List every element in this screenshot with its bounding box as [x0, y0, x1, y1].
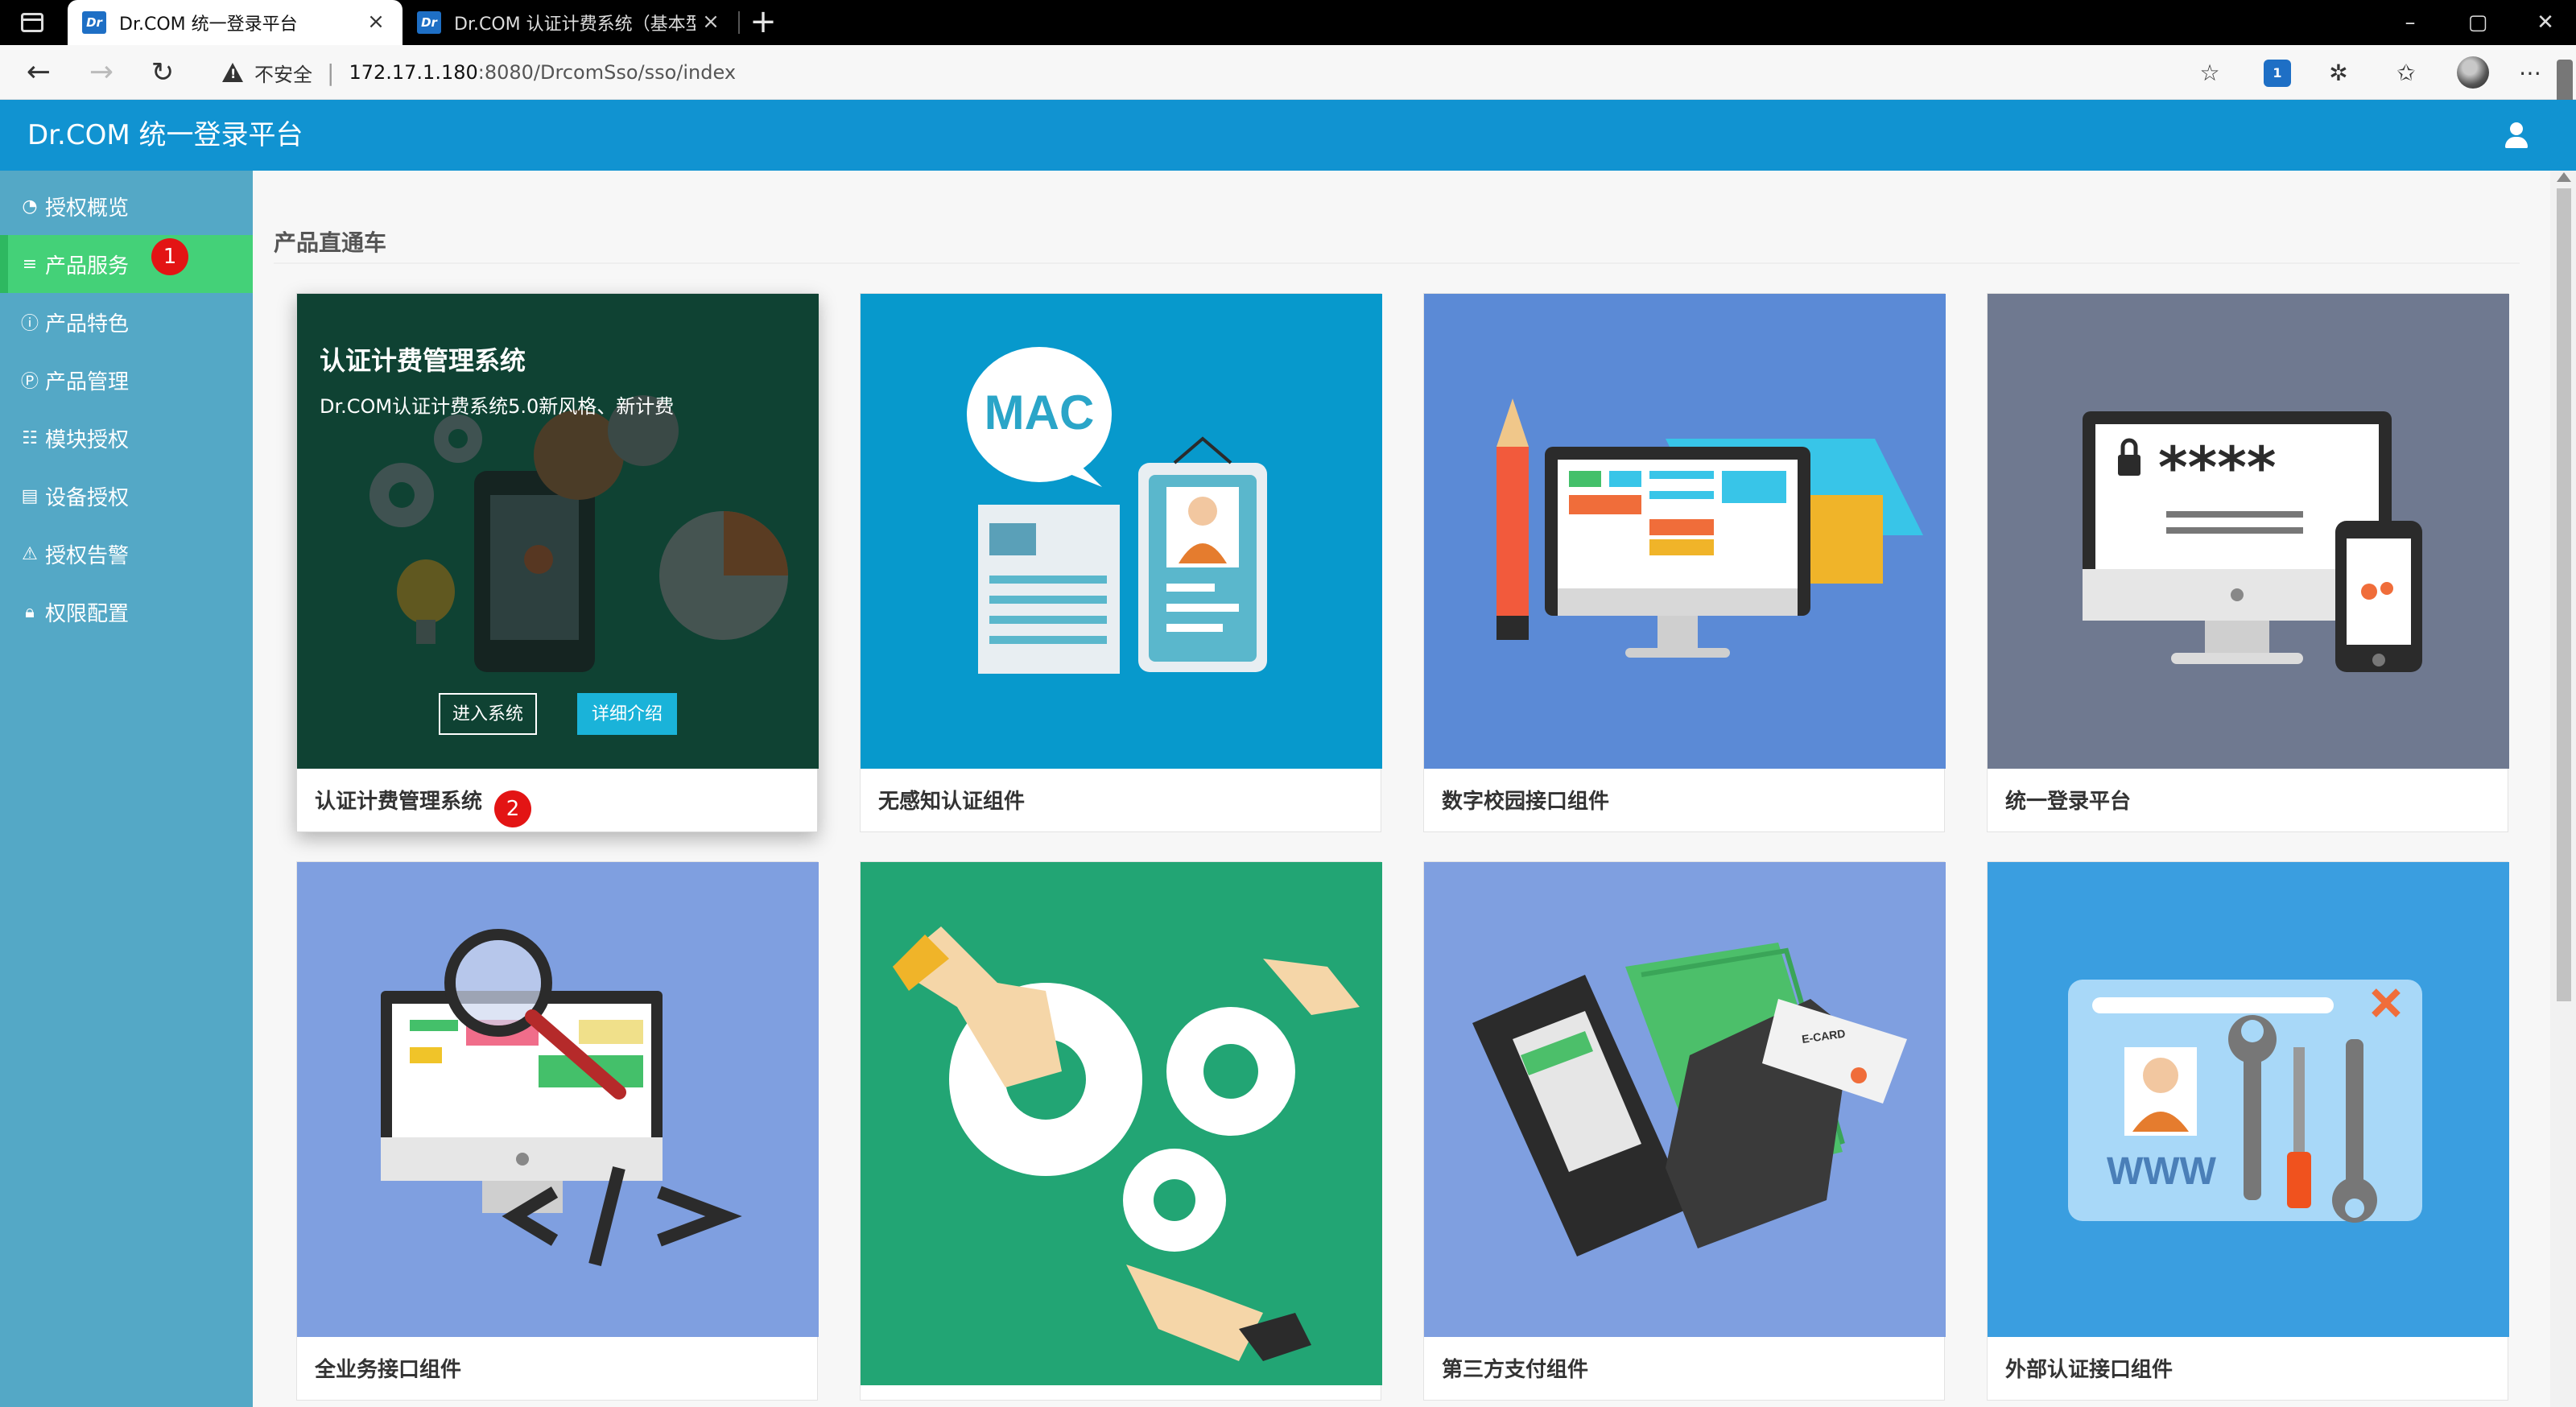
url-text: 172.17.1.180:8080/DrcomSso/sso/index — [349, 61, 737, 84]
sidebar-item-label: 权限配置 — [45, 601, 130, 626]
billing-illustration: 认证计费管理系统 Dr.COM认证计费系统5.0新风格、新计费 进入系统 详细介… — [297, 294, 819, 769]
new-tab-plus-icon[interactable]: + — [747, 6, 779, 39]
browser-toolbar: ← → ↻ 不安全 | 172.17.1.180:8080/DrcomSso/s… — [0, 45, 2576, 100]
product-card-mac-auth[interactable]: MAC 无感知认证组件 — [860, 293, 1382, 832]
sidebar-item-label: 授权告警 — [45, 543, 130, 568]
sidebar-item-permissions[interactable]: 🔒︎ 权限配置 — [0, 583, 253, 641]
close-icon[interactable]: × — [364, 10, 388, 34]
featured-title: 认证计费管理系统 — [320, 345, 526, 376]
more-menu-icon[interactable]: ⋯ — [2516, 60, 2544, 87]
scroll-up-arrow-icon[interactable] — [2557, 172, 2571, 182]
sidebar-item-label: 模块授权 — [45, 427, 130, 452]
product-card-unified-login[interactable]: **** 统一登录平台 — [1987, 293, 2509, 832]
page-scrollbar[interactable] — [2550, 171, 2576, 1407]
tab-billing[interactable]: Dr Dr.COM 认证计费系统（基本型） × — [402, 0, 737, 45]
featured-subtitle: Dr.COM认证计费系统5.0新风格、新计费 — [320, 395, 675, 418]
sidebar-item-product-features[interactable]: ⓘ 产品特色 — [0, 293, 253, 351]
product-card-full-business[interactable]: 全业务接口组件 — [296, 861, 819, 1401]
extensions-puzzle-icon[interactable]: ✲ — [2325, 60, 2352, 87]
main-content: 产品直通车 认证计费管理系统 Dr.COM认证计费系统5.0新风格、新计费 进入… — [253, 171, 2550, 1407]
product-card-billing[interactable]: 认证计费管理系统 Dr.COM认证计费系统5.0新风格、新计费 进入系统 详细介… — [296, 293, 819, 832]
campus-interface-illustration — [1424, 294, 1946, 769]
close-icon[interactable]: × — [699, 10, 723, 34]
page-title: 产品直通车 — [274, 229, 387, 256]
refresh-icon[interactable]: ↻ — [147, 56, 179, 89]
app-header: Dr.COM 统一登录平台 — [0, 100, 2576, 171]
dashboard-icon: ◔ — [22, 196, 38, 217]
card-label: 数字校园接口组件 — [1442, 790, 1610, 814]
warning-icon: ⚠ — [22, 543, 38, 564]
card-label: 统一登录平台 — [2005, 790, 2132, 814]
drcom-favicon-icon: Dr — [82, 11, 106, 34]
gears-hands-illustration — [861, 862, 1382, 1385]
sidebar-item-product-management[interactable]: Ⓟ 产品管理 — [0, 351, 253, 409]
card-label: 全业务接口组件 — [315, 1358, 462, 1382]
svg-text:MAC: MAC — [985, 386, 1095, 439]
sidebar-item-module-license[interactable]: ☷ 模块授权 — [0, 409, 253, 467]
external-auth-illustration: WWW — [1988, 862, 2509, 1337]
sidebar-item-product-services[interactable]: ≡ 产品服务 — [0, 235, 253, 293]
window-close-icon[interactable]: ✕ — [2529, 6, 2562, 39]
svg-text:****: **** — [2158, 435, 2276, 501]
product-card-external-auth[interactable]: WWW 外部认证接口组件 — [1987, 861, 2509, 1401]
info-icon: ⓘ — [20, 314, 39, 334]
back-arrow-icon[interactable]: ← — [23, 56, 55, 89]
card-label: 外部认证接口组件 — [2005, 1358, 2174, 1382]
sidebar-item-license-alerts[interactable]: ⚠ 授权告警 — [0, 525, 253, 583]
sidebar-item-label: 产品特色 — [45, 312, 130, 336]
product-card-campus-interface[interactable]: 数字校园接口组件 — [1423, 293, 1946, 832]
list-icon: ≡ — [22, 254, 38, 274]
product-card-integration[interactable] — [860, 861, 1382, 1401]
app-title: Dr.COM 统一登录平台 — [27, 119, 303, 151]
full-business-illustration — [297, 862, 819, 1337]
address-bar[interactable]: 不安全 | 172.17.1.180:8080/DrcomSso/sso/ind… — [201, 52, 2230, 93]
maximize-icon[interactable]: ▢ — [2462, 6, 2494, 39]
lock-icon: 🔒︎ — [25, 601, 35, 622]
table-list-icon: ☷ — [22, 427, 38, 448]
tab-actions-icon[interactable] — [21, 13, 43, 32]
extension-badge-icon[interactable]: 1 — [2264, 60, 2291, 87]
forward-arrow-icon[interactable]: → — [85, 56, 118, 89]
p-circle-icon: Ⓟ — [20, 372, 39, 392]
detail-intro-button[interactable]: 详细介绍 — [577, 693, 677, 735]
sidebar-item-label: 产品服务 — [45, 254, 130, 279]
favorites-icon[interactable]: ✩ — [2392, 60, 2420, 87]
tab-divider — [738, 11, 740, 34]
card-hover-overlay: 认证计费管理系统 Dr.COM认证计费系统5.0新风格、新计费 进入系统 详细介… — [297, 294, 819, 769]
enter-system-button[interactable]: 进入系统 — [439, 693, 537, 735]
security-status: 不安全 — [254, 63, 312, 86]
unified-login-illustration: **** — [1988, 294, 2509, 769]
payment-illustration: E-CARD — [1424, 862, 1946, 1337]
product-card-third-party-payment[interactable]: E-CARD 第三方支付组件 — [1423, 861, 1946, 1401]
sidebar-item-label: 产品管理 — [45, 369, 130, 394]
divider — [274, 262, 2520, 264]
tab-title: Dr.COM 统一登录平台 — [119, 14, 298, 35]
user-icon[interactable] — [2502, 121, 2531, 150]
tab-sso[interactable]: Dr Dr.COM 统一登录平台 × — [68, 0, 402, 45]
scrollbar-thumb[interactable] — [2557, 188, 2571, 1001]
sidebar-item-device-license[interactable]: ▤ 设备授权 — [0, 467, 253, 525]
card-label: 认证计费管理系统 — [315, 790, 483, 814]
annotation-marker-1: 1 — [151, 238, 188, 275]
annotation-marker-2: 2 — [494, 790, 531, 827]
warning-triangle-icon — [222, 63, 243, 82]
svg-text:WWW: WWW — [2107, 1150, 2217, 1193]
card-label: 无感知认证组件 — [878, 790, 1026, 814]
sidebar-item-label: 授权概览 — [45, 196, 130, 221]
add-favorite-star-icon[interactable]: ☆ — [2196, 60, 2223, 87]
sidebar-item-label: 设备授权 — [45, 485, 130, 510]
drcom-favicon-icon: Dr — [417, 11, 441, 34]
sidebar: ◔ 授权概览 ≡ 产品服务 ⓘ 产品特色 Ⓟ 产品管理 ☷ 模块授权 ▤ 设备授… — [0, 171, 253, 1407]
card-label: 第三方支付组件 — [1442, 1358, 1589, 1382]
browser-tab-bar: Dr Dr.COM 统一登录平台 × Dr Dr.COM 认证计费系统（基本型）… — [0, 0, 2576, 45]
tab-title: Dr.COM 认证计费系统（基本型） — [454, 14, 696, 35]
sidebar-item-overview[interactable]: ◔ 授权概览 — [0, 177, 253, 235]
profile-avatar[interactable] — [2457, 56, 2489, 89]
server-icon: ▤ — [21, 485, 39, 506]
mac-auth-illustration: MAC — [861, 294, 1382, 769]
minimize-icon[interactable]: – — [2394, 6, 2426, 39]
